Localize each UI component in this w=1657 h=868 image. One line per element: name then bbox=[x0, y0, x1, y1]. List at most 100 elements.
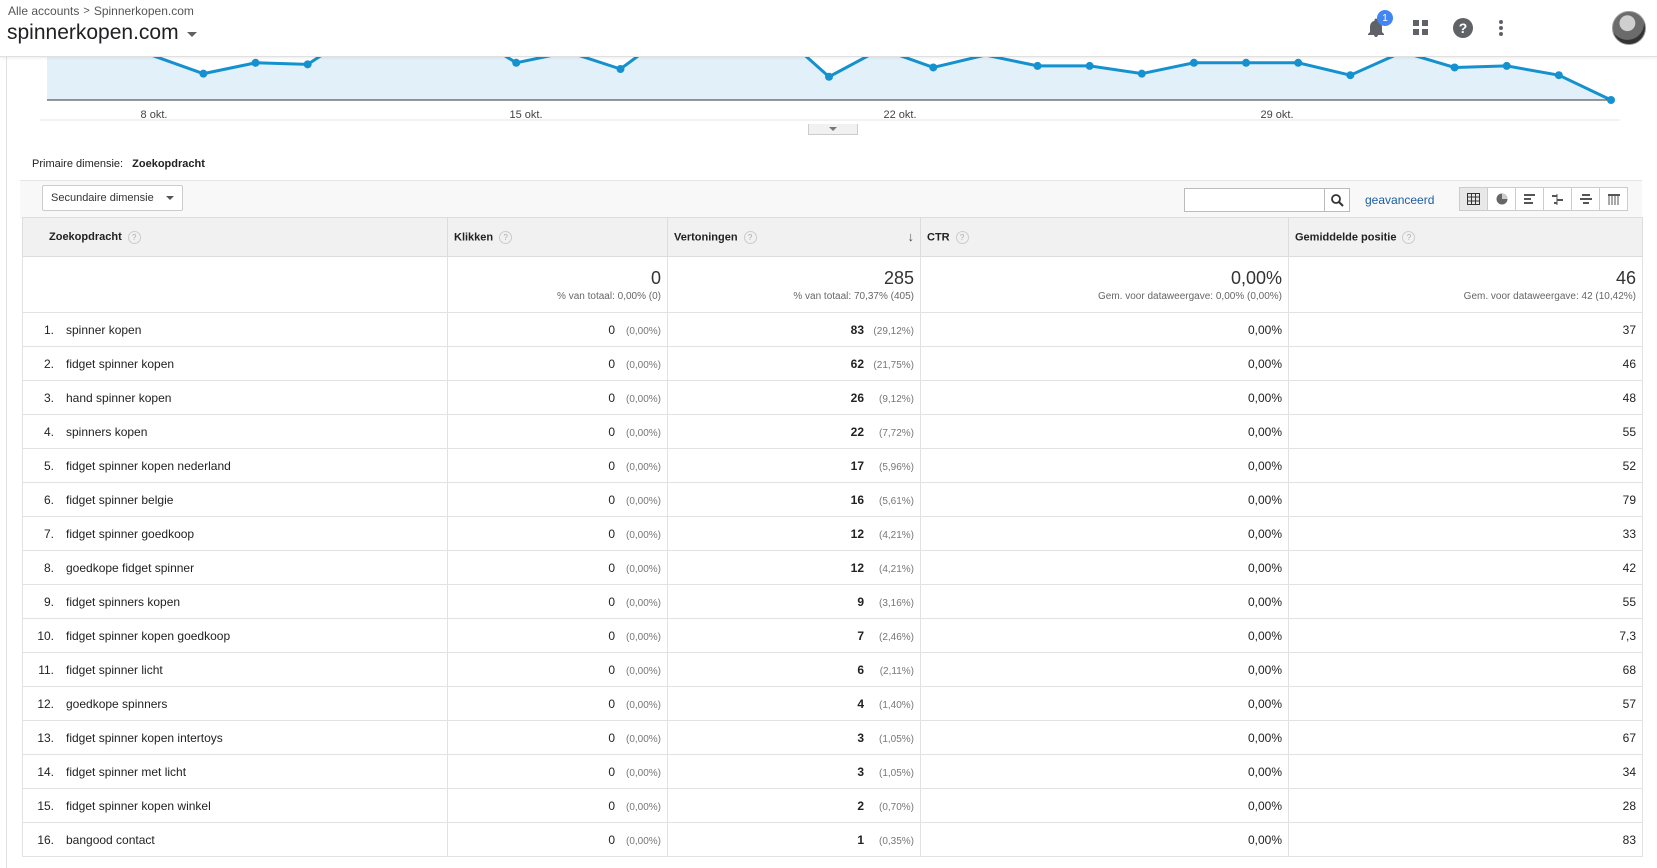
chart-data-point[interactable] bbox=[1607, 96, 1615, 104]
chart-data-point[interactable] bbox=[512, 58, 521, 67]
clicks-percent: (0,00%) bbox=[625, 359, 661, 371]
chart-data-point[interactable] bbox=[1033, 61, 1042, 70]
term-cloud-view-button[interactable] bbox=[1571, 187, 1600, 211]
performance-view-button[interactable] bbox=[1515, 187, 1544, 211]
clicks-value: 0 bbox=[608, 322, 615, 337]
clicks-value: 0 bbox=[608, 764, 615, 779]
clicks-value: 0 bbox=[608, 492, 615, 507]
more-options-button[interactable] bbox=[1487, 14, 1515, 42]
header-impressions[interactable]: Vertoningen? ↓ bbox=[667, 217, 921, 257]
apps-grid-icon bbox=[1413, 20, 1428, 35]
header-query-label: Zoekopdracht bbox=[49, 230, 122, 243]
chart-data-point[interactable] bbox=[1085, 61, 1094, 70]
chart-data-point[interactable] bbox=[1242, 58, 1251, 67]
clicks-value: 0 bbox=[608, 696, 615, 711]
chart-data-point[interactable] bbox=[929, 63, 938, 72]
account-dropdown-icon[interactable] bbox=[186, 32, 197, 37]
chart-data-point[interactable] bbox=[1137, 69, 1146, 78]
table-header-row: Zoekopdracht? Klikken? Vertoningen? ↓ CTR… bbox=[22, 217, 1643, 257]
header-clicks[interactable]: Klikken? bbox=[447, 217, 668, 257]
left-border bbox=[0, 56, 7, 868]
ctr-value: 0,00% bbox=[1247, 560, 1282, 575]
query-link[interactable]: fidget spinner kopen goedkoop bbox=[66, 629, 230, 643]
impressions-value: 9 bbox=[857, 594, 864, 609]
chart-data-point[interactable] bbox=[303, 60, 312, 69]
primary-dimension-value[interactable]: Zoekopdracht bbox=[132, 158, 205, 170]
ctr-cell: 0,00% bbox=[920, 822, 1289, 857]
svg-text:?: ? bbox=[1459, 20, 1468, 36]
clicks-cell: 0 (0,00%) bbox=[447, 652, 668, 687]
query-link[interactable]: fidget spinner goedkoop bbox=[66, 527, 194, 541]
chart-data-point[interactable] bbox=[1346, 71, 1355, 80]
table-view-button[interactable] bbox=[1459, 187, 1488, 211]
query-link[interactable]: fidget spinners kopen bbox=[66, 595, 180, 609]
chart-data-point[interactable] bbox=[825, 72, 833, 81]
query-link[interactable]: hand spinner kopen bbox=[66, 391, 171, 405]
help-icon[interactable]: ? bbox=[499, 230, 513, 244]
account-selector[interactable]: spinnerkopen.com bbox=[7, 21, 197, 45]
chart-x-tick-label: 22 okt. bbox=[883, 109, 916, 121]
pivot-view-button[interactable] bbox=[1599, 187, 1628, 211]
chart-data-point[interactable] bbox=[1554, 71, 1563, 80]
query-link[interactable]: goedkope spinners bbox=[66, 697, 167, 711]
chart-resize-handle[interactable] bbox=[808, 124, 858, 135]
advanced-filter-link[interactable]: geavanceerd bbox=[1365, 193, 1434, 207]
query-link[interactable]: fidget spinner kopen winkel bbox=[66, 799, 211, 813]
chart-data-point[interactable] bbox=[1189, 58, 1198, 67]
impressions-value: 2 bbox=[857, 798, 864, 813]
table-search-input[interactable] bbox=[1184, 188, 1330, 212]
help-icon[interactable]: ? bbox=[743, 230, 757, 244]
comparison-view-button[interactable] bbox=[1543, 187, 1572, 211]
impressions-value: 17 bbox=[850, 458, 864, 473]
row-rank: 9. bbox=[43, 594, 54, 609]
chart-data-point[interactable] bbox=[1294, 58, 1303, 67]
position-cell: 7,3 bbox=[1288, 618, 1643, 653]
breadcrumb-all-accounts[interactable]: Alle accounts bbox=[8, 4, 79, 18]
clicks-percent: (0,00%) bbox=[625, 563, 661, 575]
breadcrumb-separator-icon: > bbox=[83, 5, 90, 17]
query-link[interactable]: spinner kopen bbox=[66, 323, 141, 337]
query-link[interactable]: fidget spinner belgie bbox=[66, 493, 173, 507]
chart-data-point[interactable] bbox=[199, 69, 208, 78]
account-name[interactable]: spinnerkopen.com bbox=[7, 21, 179, 45]
secondary-dimension-dropdown[interactable]: Secundaire dimensie bbox=[42, 185, 183, 211]
chart-data-point[interactable] bbox=[1502, 61, 1511, 70]
row-rank: 14. bbox=[37, 764, 54, 779]
chart-data-point[interactable] bbox=[251, 58, 260, 67]
query-link[interactable]: bangood contact bbox=[66, 833, 155, 847]
apps-button[interactable] bbox=[1407, 14, 1435, 42]
totals-position: 46 Gem. voor dataweergave: 42 (10,42%) bbox=[1288, 256, 1643, 313]
header-position[interactable]: Gemiddelde positie? bbox=[1288, 217, 1643, 257]
row-rank: 10. bbox=[37, 628, 54, 643]
chart-data-point[interactable] bbox=[616, 65, 625, 73]
query-link[interactable]: fidget spinner kopen intertoys bbox=[66, 731, 223, 745]
chart-data-point[interactable] bbox=[1450, 63, 1459, 72]
dropdown-arrow-icon bbox=[165, 196, 174, 200]
table-row: 4. spinners kopen 0 (0,00%) 22 (7,72%) 0,00% 55 bbox=[22, 414, 1643, 449]
search-queries-table: Zoekopdracht? Klikken? Vertoningen? ↓ CTR… bbox=[22, 217, 1643, 857]
totals-position-sub: Gem. voor dataweergave: 42 (10,42%) bbox=[1463, 291, 1636, 302]
query-link[interactable]: fidget spinner met licht bbox=[66, 765, 186, 779]
search-button[interactable] bbox=[1324, 188, 1350, 212]
breadcrumb-property[interactable]: Spinnerkopen.com bbox=[94, 4, 194, 18]
impressions-value: 12 bbox=[850, 526, 864, 541]
clicks-value: 0 bbox=[608, 526, 615, 541]
query-link[interactable]: goedkope fidget spinner bbox=[66, 561, 194, 575]
header-query[interactable]: Zoekopdracht? bbox=[22, 217, 448, 257]
help-button[interactable]: ? bbox=[1449, 14, 1477, 42]
avatar[interactable] bbox=[1612, 11, 1646, 45]
clicks-cell: 0 (0,00%) bbox=[447, 618, 668, 653]
pie-view-button[interactable] bbox=[1487, 187, 1516, 211]
header-ctr[interactable]: CTR? bbox=[920, 217, 1289, 257]
help-icon[interactable]: ? bbox=[955, 230, 969, 244]
query-link[interactable]: fidget spinner kopen bbox=[66, 357, 174, 371]
clicks-value: 0 bbox=[608, 458, 615, 473]
query-cell: 10. fidget spinner kopen goedkoop bbox=[22, 618, 448, 653]
query-link[interactable]: fidget spinner licht bbox=[66, 663, 163, 677]
help-icon[interactable]: ? bbox=[127, 230, 141, 244]
query-link[interactable]: spinners kopen bbox=[66, 425, 147, 439]
notifications-button[interactable]: 1 bbox=[1362, 10, 1393, 42]
query-link[interactable]: fidget spinner kopen nederland bbox=[66, 459, 231, 473]
clicks-cell: 0 (0,00%) bbox=[447, 686, 668, 721]
help-icon[interactable]: ? bbox=[1402, 230, 1416, 244]
